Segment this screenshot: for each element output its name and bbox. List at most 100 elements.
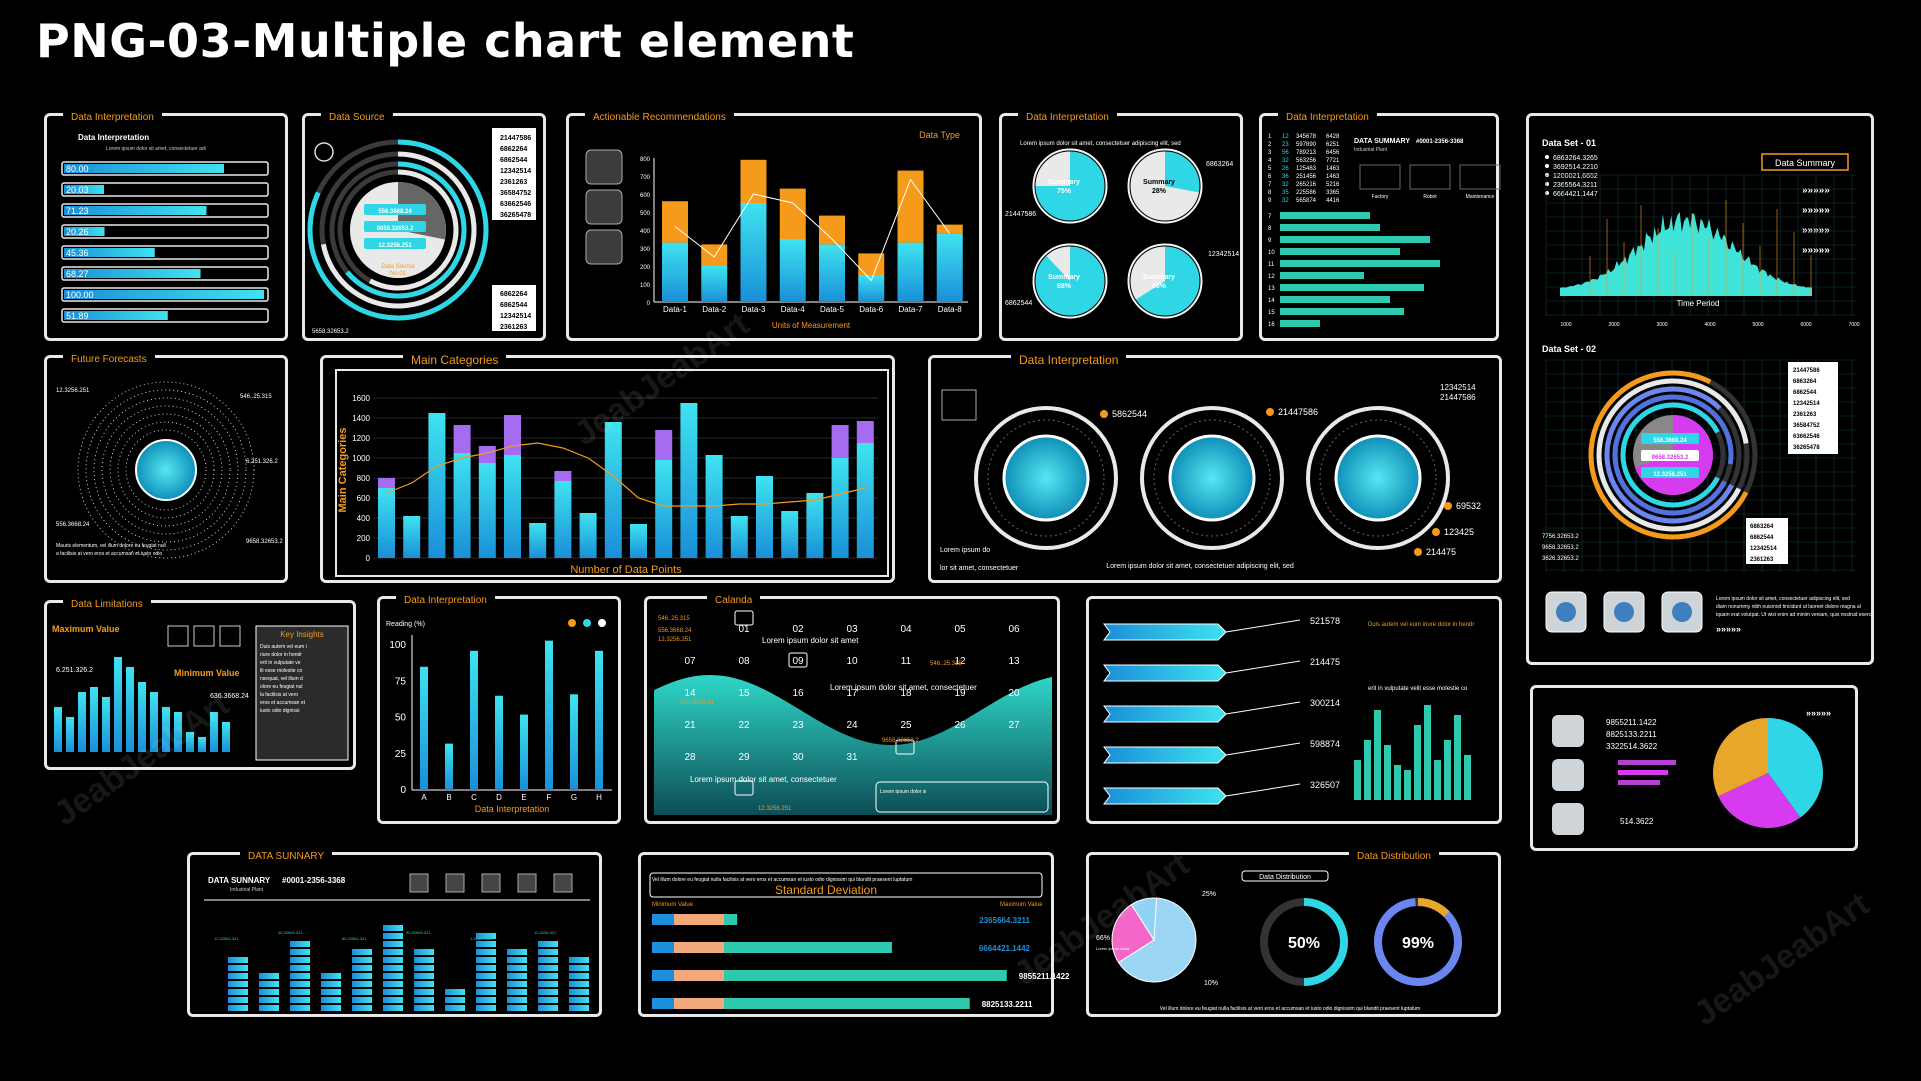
eq-segment [507,997,527,1003]
y-tick: 400 [640,229,651,235]
row-cell: 35 [1282,190,1289,196]
calendar-day: 10 [846,656,858,667]
y-tick: 400 [357,514,371,523]
eq-segment [569,957,589,963]
x-tick: 5000 [1752,322,1763,328]
summary-bar [1280,248,1400,255]
eq-segment [321,989,341,995]
donut-label: 36584752 [500,190,531,197]
calendar-day: 31 [846,752,858,763]
y-tick: 700 [640,175,651,181]
mini-bar [1434,760,1441,800]
bar [54,707,62,752]
eq-segment [259,997,279,1003]
donut-label: 36265478 [500,212,531,219]
list-value: 3692514.2210 [1553,164,1598,171]
mini-hbar [1618,780,1660,785]
center-value: 12.3256.251 [378,243,412,249]
label-dot [1100,410,1108,418]
center-value: 9658.32653.2 [377,226,414,232]
key-text: nsequat, vel illum d [260,676,303,682]
bar [445,743,453,790]
left-value: 9658.32653.2 [1542,545,1579,551]
row-cell: 6251 [1326,142,1340,148]
ring-text: Lorem ipsum do [940,547,990,554]
row-index: 4 [1268,158,1272,164]
list-dot [1545,191,1549,195]
bar-row-index: 14 [1268,298,1275,304]
y-tick: 0 [400,785,406,796]
eq-segment [383,989,403,995]
chevrons: »»»»» [1806,708,1831,718]
eq-segment [538,965,558,971]
x-tick: F [547,793,552,802]
summary-sub: Industrial Plant [230,887,264,893]
globe-icon-glyph [1556,602,1576,622]
row-cell: 563256 [1296,158,1317,164]
eq-segment [538,997,558,1003]
eq-segment [352,949,372,955]
bar-top [779,188,806,239]
calendar-label: 546..25.315 [930,661,962,667]
bar-base [897,242,924,302]
calendar-day: 07 [684,656,696,667]
row-cell: 789213 [1296,150,1317,156]
eq-segment [290,973,310,979]
bar [126,667,134,752]
area-series [1560,211,1812,296]
x-tick: 7000 [1848,322,1859,328]
bar [174,712,182,752]
bar-std [674,998,724,1009]
row-index: 9 [1268,198,1272,204]
eq-segment [538,957,558,963]
bar-top [701,244,728,266]
row-cell: 4416 [1326,198,1340,204]
icon-2 [445,873,465,893]
row-cell: 36 [1282,174,1289,180]
eq-segment [414,973,434,979]
row-cell: 3365 [1326,190,1340,196]
bar-row-index: 8 [1268,226,1272,232]
key-text: eros et accumsan et [260,700,306,706]
bar-base [856,443,874,558]
bar [66,717,74,752]
row-index: 2 [1268,142,1272,148]
pie-label: 9855211.1422 [1606,718,1657,727]
center-value: 12.3256.251 [1653,472,1687,478]
label-dot [1444,502,1452,510]
bar-value: 8825133.2211 [982,1000,1033,1009]
summary-title: DATA SUNNARY [208,876,271,885]
mini-bar [1394,765,1401,800]
eq-segment [259,981,279,987]
donut-label: 12342514 [500,313,531,320]
eq-segment [290,957,310,963]
pie-value: 75% [1057,188,1072,195]
bar [150,692,158,752]
bar [102,697,110,752]
eq-label: 1.2563.6625 [470,936,493,941]
arrow-bar [1103,623,1227,641]
arrow-bar-value: 521578 [1310,616,1340,626]
eq-segment [476,981,496,987]
forecast-label: 12.3256.251 [56,388,90,394]
set-title: Data Set - 02 [1542,344,1596,354]
bar-std [674,970,724,981]
brain-icon [1552,759,1584,791]
row-index: 6 [1268,174,1272,180]
y-tick: 200 [640,265,651,271]
forecast-text: Mauris elementum, vel illum dolore eu fe… [56,543,166,549]
bar-base [936,233,963,302]
eq-segment [507,965,527,971]
eq-segment [321,973,341,979]
eq-segment [352,981,372,987]
mini-hbar [1618,760,1676,765]
value-label: 6.251.326.2 [56,667,93,674]
row-cell: 597890 [1296,142,1317,148]
summary-bar [1280,260,1440,267]
eq-segment [507,981,527,987]
bar [138,682,146,752]
y-tick: 1000 [352,454,370,463]
eq-segment [414,965,434,971]
eq-segment [476,957,496,963]
x-tick: Data-6 [859,305,884,314]
